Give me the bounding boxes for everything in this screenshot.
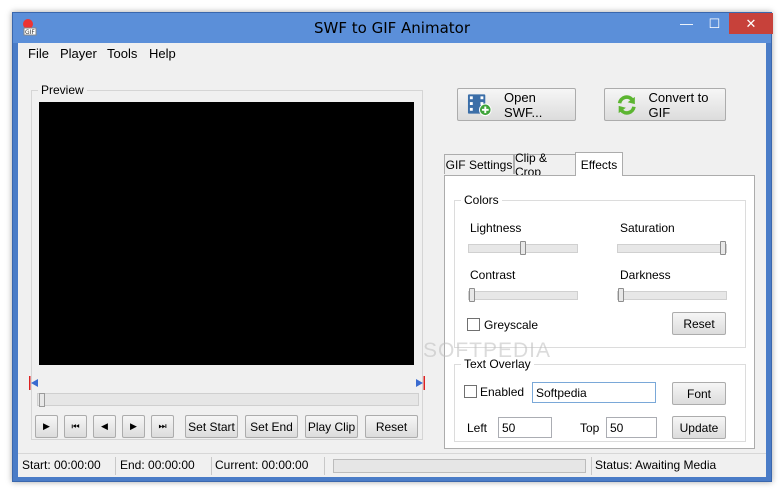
next-frame-button[interactable]: ▶ (122, 415, 145, 438)
effects-panel: Colors Lightness Saturation Contrast Dar… (444, 175, 755, 449)
window-title: SWF to GIF Animator (314, 19, 470, 37)
status-divider (591, 457, 592, 475)
top-input[interactable] (606, 417, 657, 438)
minimize-button[interactable]: — (673, 13, 700, 34)
preview-label: Preview (38, 83, 87, 97)
status-divider (324, 457, 325, 475)
saturation-slider-thumb[interactable] (720, 241, 726, 255)
status-start: Start: 00:00:00 (22, 458, 101, 472)
status-divider (115, 457, 116, 475)
status-current: Current: 00:00:00 (215, 458, 309, 472)
lightness-label: Lightness (470, 221, 522, 235)
darkness-slider[interactable] (617, 288, 727, 302)
last-frame-button[interactable]: ⏭ (151, 415, 174, 438)
convert-arrows-icon (617, 94, 636, 115)
menu-bar: File Player Tools Help (18, 43, 766, 64)
darkness-slider-thumb[interactable] (618, 288, 624, 302)
first-frame-button[interactable]: ⏮ (64, 415, 87, 438)
contrast-slider[interactable] (468, 288, 578, 302)
overlay-text-input[interactable] (532, 382, 656, 403)
status-text: Status: Awaiting Media (595, 458, 717, 472)
greyscale-label: Greyscale (484, 318, 539, 332)
status-end: End: 00:00:00 (120, 458, 195, 472)
contrast-slider-thumb[interactable] (469, 288, 475, 302)
menu-tools[interactable]: Tools (107, 46, 137, 61)
left-label: Left (467, 421, 488, 435)
overlay-enabled-label: Enabled (480, 385, 525, 399)
previous-frame-button[interactable]: ◀ (93, 415, 116, 438)
close-button[interactable]: ✕ (729, 13, 773, 34)
menu-file[interactable]: File (28, 46, 49, 61)
menu-help[interactable]: Help (149, 46, 176, 61)
conversion-progress-bar (333, 459, 586, 473)
set-start-button[interactable]: Set Start (185, 415, 238, 438)
open-swf-label: Open SWF... (504, 89, 543, 120)
convert-to-gif-label: Convert to GIF (648, 89, 709, 120)
lightness-slider[interactable] (468, 241, 578, 255)
saturation-slider[interactable] (617, 241, 727, 255)
left-input[interactable] (498, 417, 552, 438)
title-bar[interactable]: GIF SWF to GIF Animator — ☐ ✕ (13, 13, 773, 43)
contrast-label: Contrast (470, 268, 516, 282)
tab-effects[interactable]: Effects (575, 152, 623, 176)
tab-clip-crop[interactable]: Clip & Crop (514, 151, 576, 179)
menu-player[interactable]: Player (60, 46, 97, 61)
font-button[interactable]: Font (672, 382, 726, 405)
open-swf-button[interactable]: Open SWF... (457, 88, 576, 121)
reset-clip-button[interactable]: Reset (365, 415, 418, 438)
greyscale-checkbox[interactable] (467, 318, 480, 331)
clip-start-marker[interactable] (28, 376, 40, 390)
darkness-label: Darkness (620, 268, 671, 282)
preview-screen (39, 102, 414, 365)
clip-end-marker[interactable] (414, 376, 426, 390)
status-bar: Start: 00:00:00 End: 00:00:00 Current: 0… (18, 453, 766, 477)
convert-to-gif-button[interactable]: Convert to GIF (604, 88, 726, 121)
colors-label: Colors (461, 193, 502, 207)
saturation-label: Saturation (620, 221, 675, 235)
maximize-button[interactable]: ☐ (701, 13, 728, 34)
seek-slider-thumb[interactable] (39, 393, 45, 407)
film-add-icon (467, 93, 492, 116)
set-end-button[interactable]: Set End (245, 415, 298, 438)
play-button[interactable]: ▶ (35, 415, 58, 438)
client-area: File Player Tools Help Preview ▶ ⏮ ◀ ▶ ⏭… (18, 43, 766, 477)
colors-reset-button[interactable]: Reset (672, 312, 726, 335)
status-divider (211, 457, 212, 475)
overlay-enabled-checkbox[interactable] (464, 385, 477, 398)
play-clip-button[interactable]: Play Clip (305, 415, 358, 438)
tab-gif-settings[interactable]: GIF Settings (444, 154, 514, 174)
app-window: GIF SWF to GIF Animator — ☐ ✕ File Playe… (12, 12, 773, 482)
lightness-slider-thumb[interactable] (520, 241, 526, 255)
seek-slider[interactable] (37, 393, 419, 407)
softpedia-watermark: SOFTPEDIA (423, 339, 552, 362)
update-button[interactable]: Update (672, 416, 726, 439)
top-label: Top (580, 421, 600, 435)
